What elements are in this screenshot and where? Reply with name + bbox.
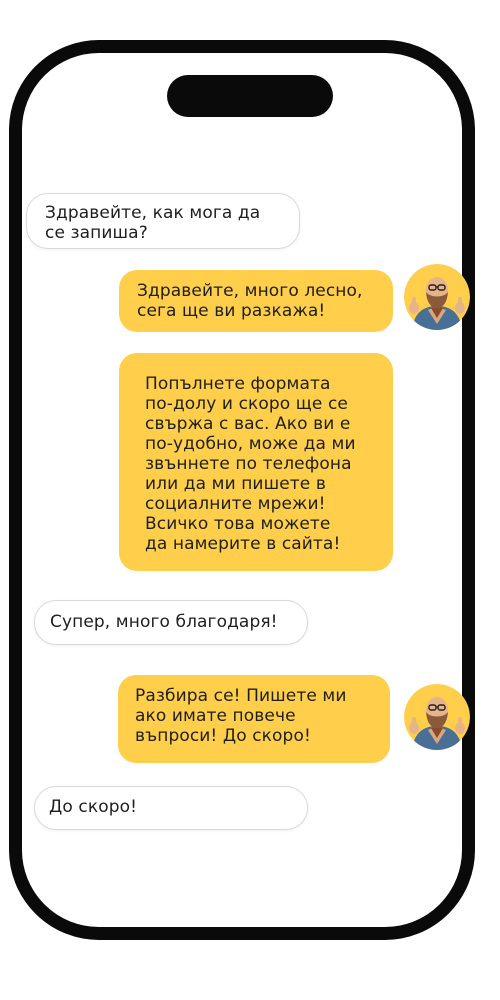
message-outgoing-1: Здравейте, много лесно, сега ще ви разка… <box>119 270 393 332</box>
bearded-man-thumbs-up-avatar <box>404 264 470 330</box>
phone-notch <box>167 75 333 117</box>
message-incoming-1: Здравейте, как мога да се запиша? <box>26 193 300 249</box>
message-incoming-3: До скоро! <box>34 786 308 830</box>
message-outgoing-3: Разбира се! Пишете ми ако имате повече в… <box>118 675 390 763</box>
message-incoming-2: Супер, много благодаря! <box>34 600 308 645</box>
bearded-man-thumbs-up-avatar <box>404 684 470 750</box>
message-outgoing-2: Попълнете формата по-долу и скоро ще се … <box>119 353 393 571</box>
